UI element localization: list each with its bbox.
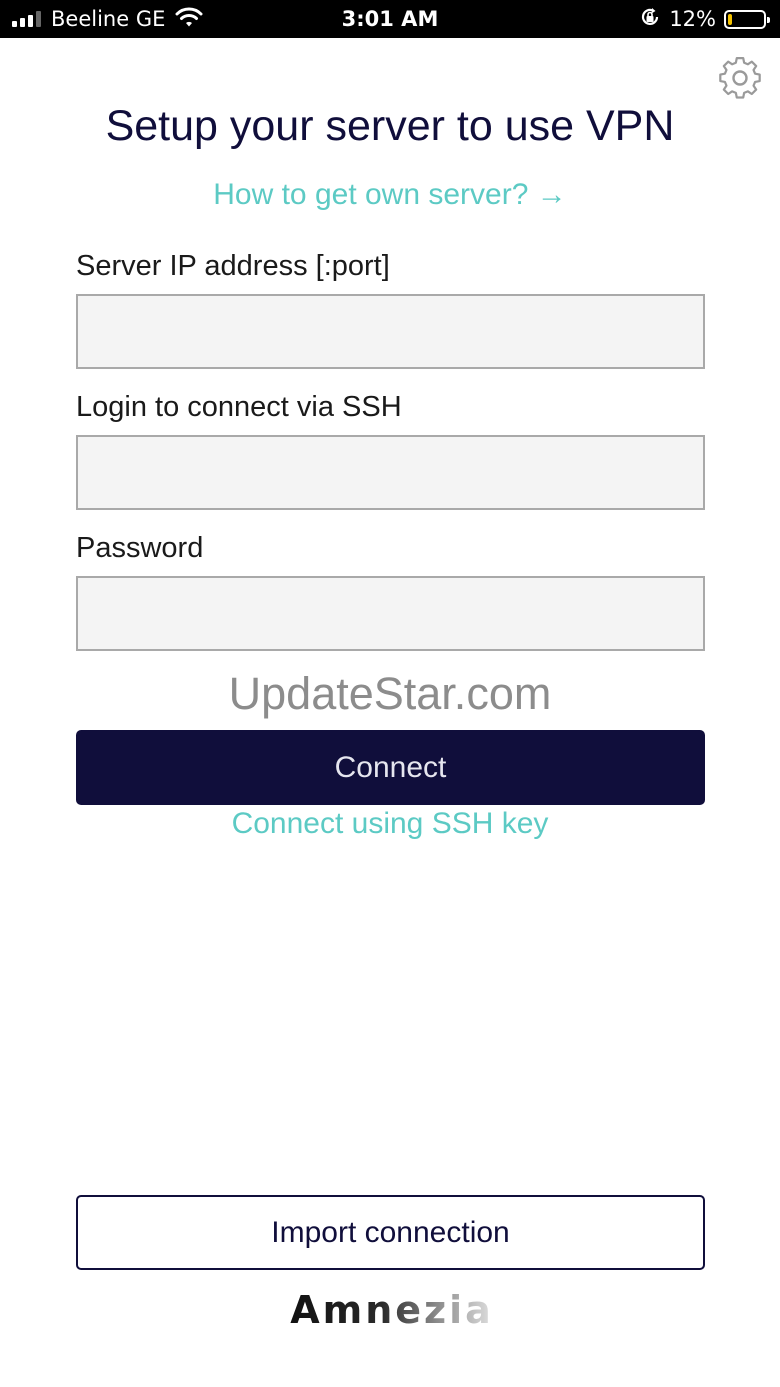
carrier-name: Beeline GE	[51, 7, 166, 31]
orientation-lock-icon	[639, 6, 661, 33]
wifi-icon	[175, 6, 203, 33]
watermark: UpdateStar.com	[228, 668, 552, 719]
connect-ssh-key-link[interactable]: Connect using SSH key	[0, 807, 780, 841]
login-label: Login to connect via SSH	[76, 391, 402, 423]
import-connection-button[interactable]: Import connection	[76, 1195, 705, 1270]
connect-button[interactable]: Connect	[76, 730, 705, 805]
password-input[interactable]	[76, 576, 705, 651]
signal-icon	[12, 11, 41, 27]
battery-icon	[724, 9, 770, 29]
server-ip-input[interactable]	[76, 294, 705, 369]
status-bar: Beeline GE 3:01 AM 12%	[0, 0, 780, 38]
password-label: Password	[76, 532, 204, 564]
battery-percent: 12%	[669, 7, 716, 31]
gear-icon	[719, 57, 761, 99]
server-ip-label: Server IP address [:port]	[76, 250, 390, 282]
settings-button[interactable]	[716, 54, 764, 102]
amnezia-logo: Amnezia	[290, 1288, 494, 1332]
logo-text: Amnezia	[290, 1288, 494, 1332]
status-left: Beeline GE	[12, 0, 203, 38]
page-title: Setup your server to use VPN	[105, 102, 675, 150]
how-to-get-server-link[interactable]: How to get own server? →	[0, 178, 780, 212]
battery-level	[728, 13, 733, 25]
login-input[interactable]	[76, 435, 705, 510]
status-right: 12%	[639, 0, 770, 38]
